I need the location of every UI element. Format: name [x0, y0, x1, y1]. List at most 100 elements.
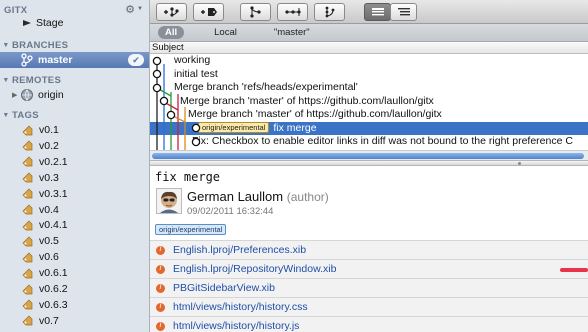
add-branch-button[interactable]: [156, 3, 187, 21]
sidebar-item-tag[interactable]: v0.2: [0, 138, 149, 154]
sidebar-item-tag[interactable]: v0.2.1: [0, 154, 149, 170]
scope-branch-button[interactable]: "master": [267, 26, 317, 39]
file-link[interactable]: html/views/history/history.css: [173, 301, 308, 313]
sidebar-item-tag[interactable]: v0.6.1: [0, 265, 149, 281]
sidebar-item-label: v0.7: [39, 314, 59, 327]
scope-local-button[interactable]: Local: [207, 26, 244, 39]
file-link[interactable]: html/views/history/history.js: [173, 320, 299, 332]
commit-node: [152, 83, 162, 93]
add-branch-icon: [163, 7, 179, 17]
sidebar: GITX ⚙ ▼ Stage ▼ BRANCHES master ✔ ▼ REM…: [0, 0, 150, 332]
rebase-icon: [325, 6, 334, 18]
sidebar-item-tag[interactable]: v0.5: [0, 233, 149, 249]
add-tag-button[interactable]: [193, 3, 224, 21]
disclosure-triangle-icon[interactable]: ▼: [0, 112, 12, 119]
sidebar-item-label: v0.3: [39, 171, 59, 184]
sidebar-item-label: v0.4.1: [39, 219, 68, 232]
ref-badge[interactable]: origin/experimental: [155, 224, 227, 235]
tag-icon: [22, 284, 33, 294]
commit-node: [166, 110, 176, 120]
scope-bar: All Local "master": [150, 24, 588, 42]
sidebar-item-tag[interactable]: v0.6.2: [0, 281, 149, 297]
tag-icon: [22, 236, 33, 247]
sidebar-item-label: v0.2: [39, 139, 59, 152]
sidebar-item-label: v0.4: [39, 203, 59, 216]
history-view-icon: [371, 8, 384, 16]
disclosure-triangle-icon[interactable]: ▼: [0, 42, 12, 49]
sidebar-item-tag[interactable]: v0.6: [0, 249, 149, 265]
sidebar-item-tag[interactable]: v0.1: [0, 122, 149, 138]
changed-file-row[interactable]: / html/views/history/history.css: [150, 297, 588, 316]
horizontal-scrollbar[interactable]: [150, 150, 588, 160]
sidebar-item-label: v0.1: [39, 124, 59, 136]
sidebar-item-label: v0.6: [39, 251, 59, 264]
modified-icon: /: [156, 321, 165, 331]
tag-icon: [22, 156, 33, 167]
stage-icon: [23, 20, 31, 26]
sidebar-item-origin[interactable]: ▶ origin: [0, 87, 149, 103]
sidebar-item-label: v0.6.1: [39, 267, 68, 280]
changed-file-row[interactable]: / English.lproj/RepositoryWindow.xib: [150, 259, 588, 278]
tag-icon: [22, 299, 33, 310]
sidebar-item-master[interactable]: master ✔: [0, 52, 149, 68]
changed-file-row[interactable]: / English.lproj/Preferences.xib: [150, 240, 588, 259]
chevron-down-icon[interactable]: ▼: [137, 6, 143, 12]
commit-graph: [152, 56, 201, 150]
tag-icon: [22, 268, 33, 278]
tag-icon: [22, 188, 33, 199]
commit-node: [152, 69, 162, 79]
scope-all-button[interactable]: All: [158, 26, 185, 39]
branch-icon: [21, 53, 33, 67]
tag-icon: [22, 125, 33, 135]
sidebar-item-stage[interactable]: Stage: [0, 15, 149, 31]
merge-icon: [249, 6, 261, 18]
commit-list[interactable]: working initial test Merge branch 'refs/he…: [150, 54, 588, 150]
disclosure-triangle-icon[interactable]: ▶: [12, 91, 20, 99]
sidebar-item-tag[interactable]: v0.4: [0, 202, 149, 218]
sidebar-item-tag[interactable]: v0.7: [0, 313, 149, 329]
sidebar-item-tag[interactable]: v0.3.1: [0, 186, 149, 202]
modified-icon: /: [156, 245, 165, 255]
commit-subject-text: Fix: Checkbox to enable editor links in …: [192, 135, 573, 147]
file-link[interactable]: English.lproj/Preferences.xib: [173, 244, 306, 256]
commit-date: 09/02/2011 16:32:44: [187, 206, 274, 217]
commit-node: [152, 56, 162, 66]
scrollbar-thumb[interactable]: [152, 153, 584, 159]
disclosure-triangle-icon[interactable]: ▼: [0, 77, 12, 84]
branches-header-label: BRANCHES: [12, 40, 69, 51]
remotes-section-header[interactable]: ▼ REMOTES: [0, 74, 61, 87]
modified-icon: /: [156, 264, 165, 274]
tags-header-label: TAGS: [12, 110, 39, 121]
sidebar-item-label: v0.6.2: [39, 283, 68, 295]
tag-icon: [22, 172, 33, 183]
commit-node: [191, 123, 201, 133]
avatar: [156, 188, 182, 214]
history-view-button[interactable]: [364, 3, 391, 21]
rebase-button[interactable]: [314, 3, 345, 21]
subject-column-header[interactable]: Subject: [150, 42, 588, 54]
tag-icon: [22, 204, 33, 215]
branches-section-header[interactable]: ▼ BRANCHES: [0, 39, 68, 52]
sidebar-item-label: v0.5: [39, 235, 59, 248]
sidebar-item-tag[interactable]: v0.4.1: [0, 217, 149, 233]
divider-grip-icon: [518, 162, 521, 165]
tags-section-header[interactable]: ▼ TAGS: [0, 109, 39, 122]
modified-icon: /: [156, 302, 165, 312]
file-link[interactable]: English.lproj/RepositoryWindow.xib: [173, 263, 336, 275]
changed-file-row[interactable]: / html/views/history/history.js: [150, 316, 588, 332]
tag-icon: [22, 252, 33, 263]
file-link[interactable]: PBGitSidebarView.xib: [173, 282, 275, 294]
sidebar-item-label: Stage: [36, 17, 64, 29]
sidebar-item-label: v0.6.3: [39, 298, 68, 311]
sidebar-item-tag[interactable]: v0.6.3: [0, 297, 149, 313]
commit-detail: fix merge German Laullom (author) 09/02/…: [150, 166, 588, 332]
merge-button[interactable]: [240, 3, 271, 21]
sidebar-item-tag[interactable]: v0.3: [0, 170, 149, 186]
changed-file-row[interactable]: / PBGitSidebarView.xib: [150, 278, 588, 297]
commit-node: [191, 137, 201, 147]
commit-view-button[interactable]: [390, 3, 417, 21]
sidebar-item-label: master: [38, 54, 73, 66]
author-name: German Laullom: [187, 189, 284, 204]
cherry-pick-button[interactable]: [277, 3, 308, 21]
commit-view-icon: [397, 8, 410, 16]
